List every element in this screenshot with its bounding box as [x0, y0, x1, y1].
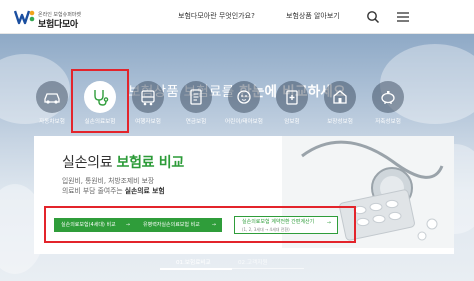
category-pension[interactable]: 연금보험 [174, 81, 218, 131]
medical-clipboard-icon [286, 90, 298, 105]
tab-customer-support[interactable]: 02.고객지원 [238, 258, 267, 266]
pension-document-icon [190, 89, 202, 105]
logo-name: 보험다모아 [38, 20, 78, 30]
car-icon [44, 93, 60, 104]
category-savings[interactable]: 저축성보험 [366, 81, 410, 131]
card-title-green: 보험료 비교 [116, 155, 184, 171]
card-desc-line: 의료비 부담 줄여주는 실손의료 보험 [62, 187, 165, 195]
search-icon[interactable] [366, 10, 380, 24]
category-protection[interactable]: 보장성보험 [318, 81, 362, 131]
piggy-bank-icon [381, 91, 395, 104]
card-title-plain: 실손의료 [62, 155, 117, 171]
shield-house-icon [333, 90, 347, 104]
tab-indicator [232, 268, 304, 269]
card-title: 실손의료 보험료 비교 [62, 152, 184, 172]
tab-premium-compare[interactable]: 01.보험료비교 [176, 258, 211, 266]
site-header: 온라인 보험슈퍼마켓 보험다모아 보험다모아란 무엇인가요? 보험상품 알아보기 [0, 0, 474, 34]
category-car[interactable]: 자동차보험 [30, 81, 74, 131]
tab-active-indicator [160, 268, 232, 270]
menu-icon[interactable] [396, 10, 410, 24]
site-logo[interactable]: 온라인 보험슈퍼마켓 보험다모아 [6, 5, 96, 30]
baby-icon [237, 90, 251, 104]
card-desc-bold: 실손의료 보험 [124, 187, 165, 195]
card-description: 입원비, 통원비, 처방조제비 보장 의료비 부담 줄여주는 실손의료 보험 [62, 176, 165, 196]
category-child[interactable]: 어린이/태아보험 [222, 81, 266, 131]
category-cancer[interactable]: 암보험 [270, 81, 314, 131]
category-label: 저축성보험 [375, 119, 401, 125]
nav-products[interactable]: 보험상품 알아보기 [286, 11, 340, 21]
card-desc-line: 입원비, 통원비, 처방조제비 보장 [62, 177, 155, 185]
logo-mark-icon [14, 10, 35, 25]
buttons-highlight [44, 206, 356, 243]
category-travel[interactable]: 여행자보험 [126, 81, 170, 131]
travel-bus-icon [141, 90, 155, 106]
nav-what-is[interactable]: 보험다모아란 무엇인가요? [178, 11, 255, 21]
